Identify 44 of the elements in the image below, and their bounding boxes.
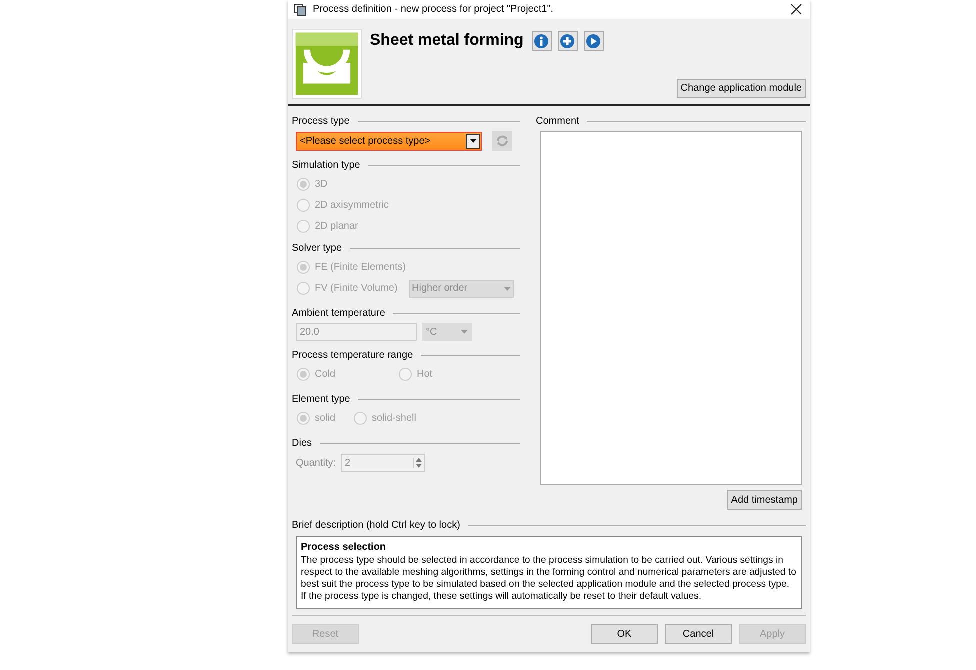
comment-field[interactable] [540, 131, 802, 485]
info-button[interactable] [532, 31, 552, 51]
dialog-button[interactable]: OK [591, 624, 658, 644]
process-type-dropdown[interactable]: <Please select process type> [296, 132, 482, 150]
option-label: Hot [417, 368, 433, 382]
next-button[interactable] [584, 31, 604, 51]
group-label: Simulation type [292, 158, 360, 172]
module-logo-icon [292, 29, 362, 99]
option-label: FE (Finite Elements) [315, 261, 406, 275]
spinner-arrows-icon [416, 458, 422, 468]
group-label: Dies [292, 436, 312, 450]
description-text: The process type should be selected in accordance to the process simulation to be carried out. Various settings in respect to the available meshing algorithms, settings in the forming control and numerical parameters are adjusted to best suit the process type to be simulated based on the selected application module and the selected process type. If the process type is changed, these settings will automatically be reset to their default values. [301, 555, 797, 603]
refresh-button[interactable] [492, 131, 512, 151]
add-button[interactable] [558, 31, 578, 51]
window-title: Process definition - new process for project "Project1". [313, 3, 555, 17]
option-label: solid-shell [372, 412, 416, 426]
quantity-label: Quantity: [296, 456, 336, 470]
play-icon [586, 34, 602, 48]
add-timestamp-button[interactable]: Add timestamp [727, 490, 802, 510]
group-label: Process temperature range [292, 348, 414, 362]
close-icon[interactable] [791, 4, 802, 15]
option-label: solid [315, 412, 336, 426]
plus-icon [560, 34, 576, 48]
option-label: 3D [315, 178, 328, 192]
module-title: Sheet metal forming [370, 31, 524, 51]
description-heading: Process selection [301, 541, 388, 555]
dropdown-arrow-icon [470, 139, 476, 143]
group-label: Comment [536, 114, 580, 128]
info-icon [534, 34, 550, 48]
dropdown-arrow-icon [461, 330, 468, 334]
group-label: Solver type [292, 242, 342, 256]
dropdown-arrow-icon [504, 286, 511, 290]
option-label: FV (Finite Volume) [315, 282, 398, 296]
option-label: Cold [315, 368, 336, 382]
option-label: 2D planar [315, 220, 358, 234]
refresh-icon [496, 135, 508, 147]
group-label: Ambient temperature [292, 306, 386, 320]
group-label: Process type [292, 114, 350, 128]
option-label: 2D axisymmetric [315, 199, 389, 213]
dialog-button[interactable]: Cancel [665, 624, 732, 644]
group-label: Element type [292, 392, 350, 406]
group-label: Brief description (hold Ctrl key to lock) [292, 518, 460, 532]
window-icon [294, 4, 307, 16]
change-module-button[interactable]: Change application module [676, 79, 806, 98]
